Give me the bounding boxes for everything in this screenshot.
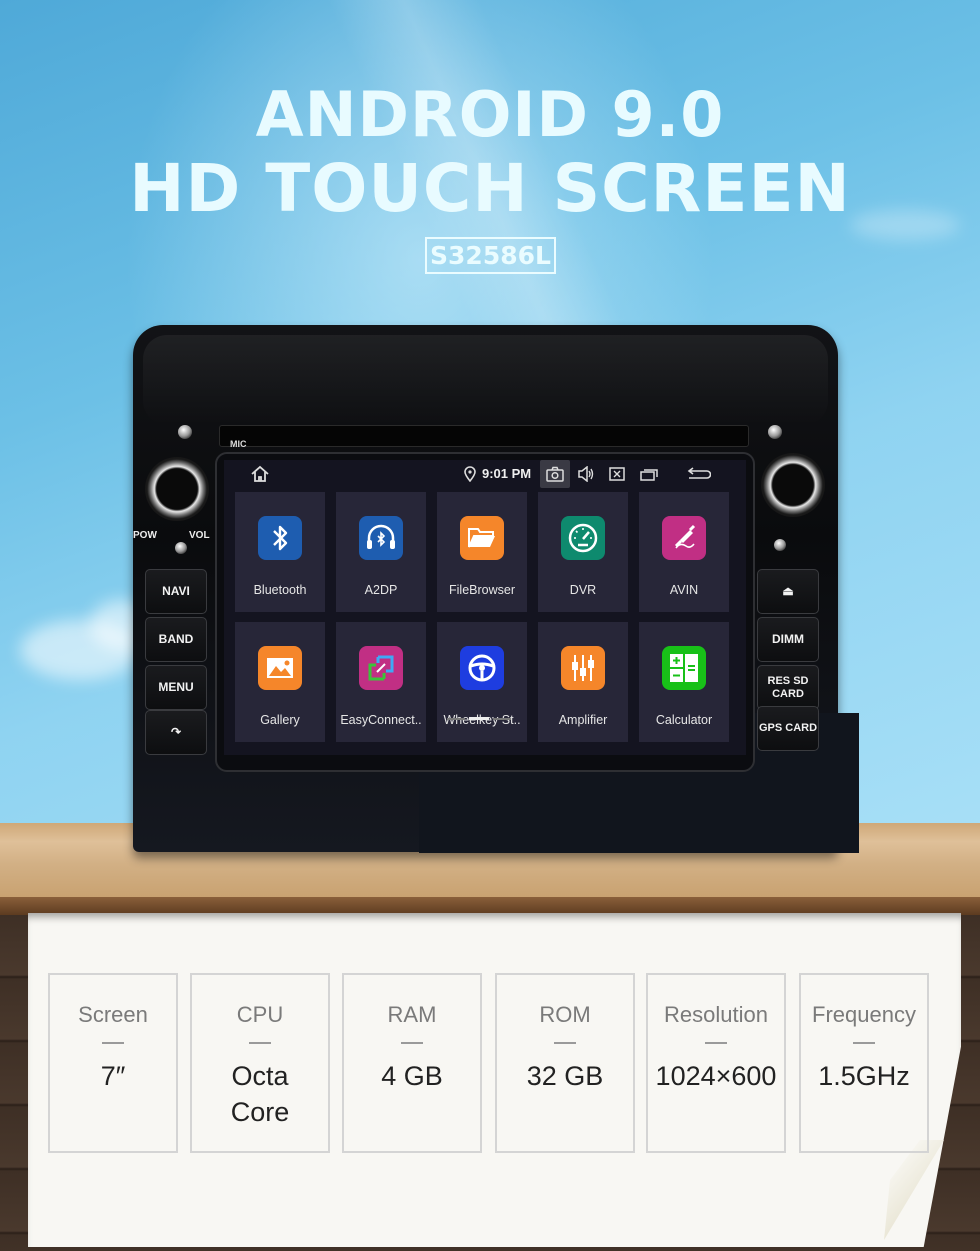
phone-hangup-icon: ↷	[170, 725, 182, 739]
car-stereo-unit: MIC POW VOL NAVI BAND MENU ↷ ⏏ DIMM RES …	[133, 325, 859, 853]
spec-card-rom: ROM 32 GB	[495, 973, 635, 1153]
app-tile-amplifier[interactable]: Amplifier	[538, 622, 628, 742]
spec-card-ram: RAM 4 GB	[342, 973, 482, 1153]
touch-screen[interactable]: 9:01 PM Bluetooth A2DP FileBrowser DVR AVIN G…	[224, 460, 746, 755]
spec-value: Octa Core	[230, 1061, 290, 1127]
mic-label: MIC	[230, 439, 247, 449]
home-icon[interactable]	[250, 465, 270, 483]
app-label: FileBrowser	[449, 583, 515, 597]
app-tile-easyconnect[interactable]: EasyConnect..	[336, 622, 426, 742]
navi-button[interactable]: NAVI	[145, 569, 207, 614]
vol-label: VOL	[189, 530, 210, 541]
bluetooth-icon	[258, 516, 302, 560]
status-bar: 9:01 PM	[224, 460, 746, 488]
screw-icon	[768, 425, 782, 439]
page-indicator-3[interactable]	[493, 718, 511, 720]
reset-hole-icon	[175, 542, 187, 554]
page-indicator-1[interactable]	[447, 718, 465, 720]
page-indicator-2[interactable]	[469, 717, 489, 720]
model-badge: S32586L	[425, 237, 556, 274]
spec-divider	[249, 1042, 271, 1044]
spec-divider	[554, 1042, 576, 1044]
headline-line2: HD TOUCH SCREEN	[129, 150, 851, 227]
bluetooth-headphones-icon	[359, 516, 403, 560]
spec-card-screen: Screen 7″	[48, 973, 178, 1153]
spec-divider	[102, 1042, 124, 1044]
spec-label: ROM	[539, 1002, 591, 1027]
spec-label: RAM	[387, 1002, 437, 1027]
disc-slot	[219, 425, 749, 447]
app-tile-avin[interactable]: AVIN	[639, 492, 729, 612]
spec-value: 1.5GHz	[818, 1061, 910, 1091]
spec-label: CPU	[236, 1002, 284, 1027]
band-button[interactable]: BAND	[145, 617, 207, 662]
spec-label: Frequency	[812, 1002, 916, 1027]
volume-icon[interactable]	[577, 465, 595, 483]
app-tile-a2dp[interactable]: A2DP	[336, 492, 426, 612]
dimm-button[interactable]: DIMM	[757, 617, 819, 662]
app-label: Amplifier	[558, 713, 608, 727]
app-label: Wheelkey St..	[443, 713, 521, 727]
menu-button[interactable]: MENU	[145, 665, 207, 710]
eject-icon: ⏏	[782, 584, 794, 598]
eject-button[interactable]: ⏏	[757, 569, 819, 614]
location-pin-icon	[464, 465, 476, 483]
app-tile-filebrowser[interactable]: FileBrowser	[437, 492, 527, 612]
equalizer-icon	[561, 646, 605, 690]
app-label: DVR	[569, 583, 597, 597]
spec-divider	[853, 1042, 875, 1044]
app-label: EasyConnect..	[340, 713, 422, 727]
power-volume-knob[interactable]	[145, 457, 209, 521]
speedometer-icon	[561, 516, 605, 560]
spec-value: 7″	[100, 1061, 126, 1091]
spec-divider	[401, 1042, 423, 1044]
table-edge	[0, 897, 980, 915]
app-label: Gallery	[260, 713, 300, 727]
app-tile-wheelkey-st[interactable]: Wheelkey St..	[437, 622, 527, 742]
res-sd-card-button[interactable]: RES SD CARD	[757, 665, 819, 710]
spec-card-cpu: CPU Octa Core	[190, 973, 330, 1153]
app-label: Bluetooth	[253, 583, 307, 597]
app-label: A2DP	[364, 583, 398, 597]
spec-divider	[705, 1042, 727, 1044]
app-tile-dvr[interactable]: DVR	[538, 492, 628, 612]
app-tile-calculator[interactable]: Calculator	[639, 622, 729, 742]
app-tile-bluetooth[interactable]: Bluetooth	[235, 492, 325, 612]
headline-line1: ANDROID 9.0	[255, 78, 725, 151]
device-gloss	[143, 335, 828, 425]
spec-label: Resolution	[664, 1002, 768, 1027]
app-label: Calculator	[655, 713, 713, 727]
image-icon	[258, 646, 302, 690]
spec-card-frequency: Frequency 1.5GHz	[799, 973, 929, 1153]
spec-value: 1024×600	[655, 1061, 777, 1091]
spec-value: 4 GB	[381, 1061, 443, 1091]
screen-mirror-icon	[359, 646, 403, 690]
audio-jack-icon	[662, 516, 706, 560]
recent-apps-icon[interactable]	[640, 465, 658, 483]
pow-label: POW	[133, 530, 157, 541]
screw-icon	[178, 425, 192, 439]
clock: 9:01 PM	[482, 466, 532, 481]
tune-knob[interactable]	[761, 453, 825, 517]
back-icon[interactable]	[687, 465, 711, 483]
spec-value: 32 GB	[526, 1061, 604, 1091]
folder-icon	[460, 516, 504, 560]
spec-label: Screen	[78, 1002, 148, 1027]
camera-icon[interactable]	[546, 465, 564, 483]
spec-card-resolution: Resolution 1024×600	[646, 973, 786, 1153]
reset-hole-icon	[774, 539, 786, 551]
calculator-icon	[662, 646, 706, 690]
app-tile-gallery[interactable]: Gallery	[235, 622, 325, 742]
phone-hangup-button[interactable]: ↷	[145, 710, 207, 755]
close-box-icon[interactable]	[609, 465, 625, 483]
steering-wheel-icon	[460, 646, 504, 690]
gps-card-button[interactable]: GPS CARD	[757, 706, 819, 751]
app-label: AVIN	[669, 583, 699, 597]
